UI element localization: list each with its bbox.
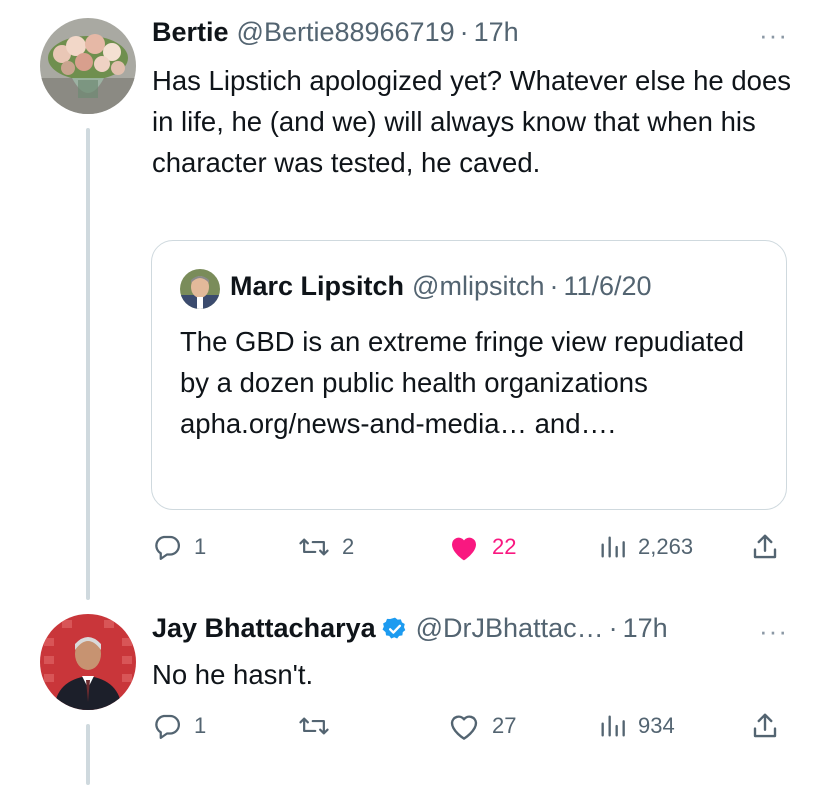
tweet-jay-bhattacharya[interactable]: Jay Bhattacharya @DrJBhattac… · 17h ··· … bbox=[0, 600, 828, 785]
separator: · bbox=[459, 17, 469, 47]
quoted-tweet-text: The GBD is an extreme fringe view repudi… bbox=[180, 326, 745, 439]
reply-count: 1 bbox=[194, 534, 207, 559]
like-button[interactable]: 27 bbox=[448, 706, 516, 746]
share-button[interactable] bbox=[750, 527, 780, 567]
retweet-icon bbox=[298, 711, 330, 741]
thread-line bbox=[86, 724, 90, 785]
tweet-text: No he hasn't. bbox=[152, 659, 314, 690]
avatar-jay-bhattacharya[interactable] bbox=[40, 614, 136, 710]
reply-button[interactable]: 1 bbox=[152, 706, 206, 746]
like-icon bbox=[448, 532, 480, 562]
views-button[interactable]: 2,263 bbox=[598, 527, 693, 567]
retweet-button[interactable]: 2 bbox=[298, 527, 354, 567]
separator: · bbox=[608, 613, 618, 643]
like-count: 22 bbox=[492, 534, 517, 559]
author-handle[interactable]: @Bertie88966719 bbox=[237, 17, 455, 48]
tweet-bertie[interactable]: Bertie @Bertie88966719 · 17h ··· Has Lip… bbox=[0, 0, 828, 600]
views-button[interactable]: 934 bbox=[598, 706, 675, 746]
author-name[interactable]: Jay Bhattacharya bbox=[152, 613, 376, 644]
views-icon bbox=[598, 712, 626, 740]
like-count: 27 bbox=[492, 713, 517, 738]
views-icon bbox=[598, 533, 626, 561]
quoted-tweet[interactable]: Marc Lipsitch @mlipsitch · 11/6/20 The G… bbox=[151, 240, 787, 510]
timestamp[interactable]: 17h bbox=[474, 17, 519, 48]
reply-icon bbox=[152, 532, 182, 562]
retweet-count: 2 bbox=[342, 534, 355, 559]
view-count: 934 bbox=[638, 713, 675, 738]
thread-line bbox=[86, 128, 90, 600]
quoted-date: 11/6/20 bbox=[563, 271, 652, 301]
share-icon bbox=[750, 711, 780, 741]
avatar-marc-lipsitch[interactable] bbox=[180, 269, 220, 309]
tweet-header: Bertie @Bertie88966719 · 17h bbox=[152, 17, 519, 48]
retweet-icon bbox=[298, 532, 330, 562]
tweet-actions: 1 2 22 2,263 bbox=[152, 527, 788, 567]
quoted-author-handle[interactable]: @mlipsitch bbox=[412, 271, 544, 302]
retweet-button[interactable] bbox=[298, 706, 342, 746]
quoted-tweet-header: Marc Lipsitch @mlipsitch · 11/6/20 bbox=[230, 271, 652, 302]
avatar-bertie[interactable] bbox=[40, 18, 136, 114]
author-name[interactable]: Bertie bbox=[152, 17, 229, 48]
author-handle[interactable]: @DrJBhattac… bbox=[416, 613, 604, 644]
more-icon[interactable]: ··· bbox=[759, 20, 788, 51]
separator: · bbox=[549, 271, 559, 301]
like-icon bbox=[448, 711, 480, 741]
quoted-author-name[interactable]: Marc Lipsitch bbox=[230, 271, 404, 302]
tweet-actions: 1 27 934 bbox=[152, 706, 788, 746]
reply-count: 1 bbox=[194, 713, 207, 738]
share-icon bbox=[750, 532, 780, 562]
more-icon[interactable]: ··· bbox=[759, 616, 788, 647]
verified-icon bbox=[382, 616, 408, 642]
like-button[interactable]: 22 bbox=[448, 527, 516, 567]
tweet-header: Jay Bhattacharya @DrJBhattac… · 17h bbox=[152, 613, 668, 644]
reply-button[interactable]: 1 bbox=[152, 527, 206, 567]
tweet-text: Has Lipstich apologized yet? Whatever el… bbox=[152, 65, 791, 178]
timestamp[interactable]: 17h bbox=[623, 613, 668, 644]
share-button[interactable] bbox=[750, 706, 780, 746]
reply-icon bbox=[152, 711, 182, 741]
view-count: 2,263 bbox=[638, 534, 694, 559]
